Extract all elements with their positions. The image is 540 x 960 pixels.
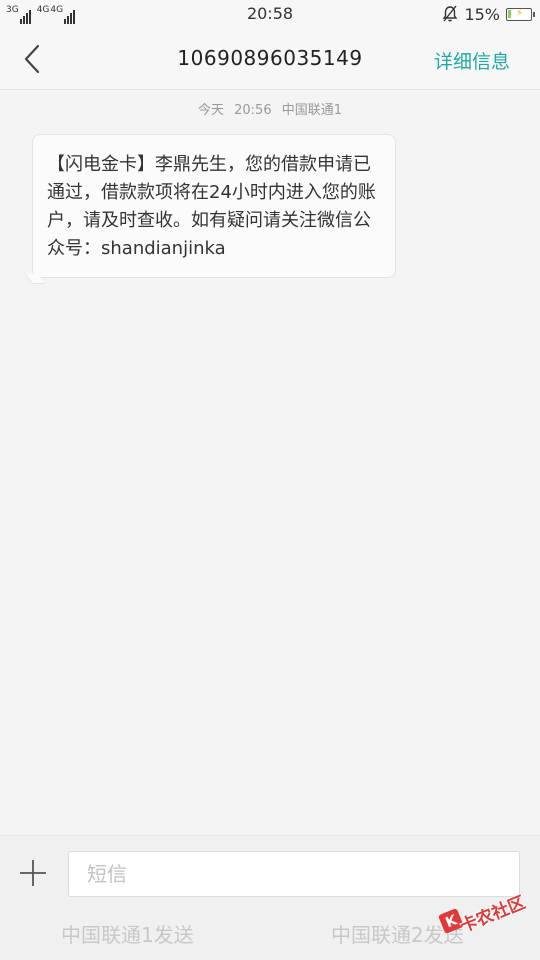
send-sim1-button[interactable]: 中国联通1发送 <box>61 919 194 948</box>
watermark: K 卡农社区 <box>436 880 536 950</box>
message-carrier: 中国联通1 <box>281 103 343 118</box>
battery-level <box>508 9 511 18</box>
message-bubble[interactable]: 【闪电金卡】李鼎先生，您的借款申请已通过，借款款项将在24小时内进入您的账户，请… <box>32 134 396 278</box>
mute-bell-icon <box>443 5 458 22</box>
charging-bolt-icon: ⚡ <box>516 7 524 19</box>
watermark-text: 卡农社区 <box>457 892 529 937</box>
plus-icon <box>20 860 46 886</box>
status-indicators: 15% ⚡ <box>442 4 535 24</box>
message-date: 今天 <box>197 103 224 118</box>
add-attachment-button[interactable] <box>18 858 48 888</box>
message-timestamp: 今天 20:56 中国联通1 <box>0 99 540 118</box>
status-bar: 3G 4G 4G 20:58 15% ⚡ <box>0 0 540 28</box>
battery-percent: 15% <box>464 4 500 24</box>
sms-conversation-screen: 3G 4G 4G 20:58 15% ⚡ 10690896035149 详细信息… <box>0 0 540 960</box>
details-button[interactable]: 详细信息 <box>434 47 510 74</box>
message-time: 20:56 <box>234 103 272 118</box>
battery-icon: ⚡ <box>506 7 535 21</box>
conversation-header: 10690896035149 详细信息 <box>0 28 540 90</box>
message-body: 【闪电金卡】李鼎先生，您的借款申请已通过，借款款项将在24小时内进入您的账户，请… <box>47 154 376 259</box>
